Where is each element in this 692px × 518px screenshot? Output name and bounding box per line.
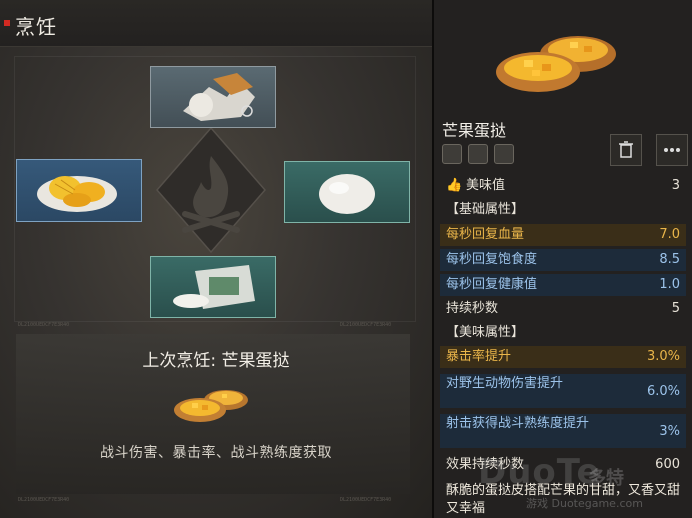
last-cook-title: 上次烹饪: 芒果蛋挞 bbox=[142, 351, 290, 371]
egg-icon bbox=[319, 174, 375, 214]
watermark-cn: 多特 bbox=[588, 468, 624, 489]
ingredient-slot-left[interactable] bbox=[16, 159, 142, 222]
attribute-value: 3 bbox=[671, 178, 680, 193]
attribute-name: 暴击率提升 bbox=[446, 349, 512, 364]
ingredient-slot-right[interactable] bbox=[284, 161, 410, 223]
cooking-panel: 烹饪 DL2100UEDCF7E3R40 DL2100UEDCF7E3R40 D… bbox=[0, 0, 432, 518]
code-label: DL2100UEDCF7E3R40 bbox=[340, 322, 392, 328]
flour-sugar-icon bbox=[183, 73, 255, 121]
fire-hub-icon bbox=[156, 126, 266, 254]
food-detail-panel: 芒果蛋挞 👍 美味值 3 【基础属性】 每秒回复血量 7.0 每秒回复饱食度 8.5 每秒回复健… bbox=[434, 0, 692, 518]
more-icon bbox=[664, 148, 680, 152]
ingredient-slot-bottom[interactable] bbox=[150, 256, 276, 318]
attribute-value: 600 bbox=[655, 457, 680, 472]
attribute-name: 美味值 bbox=[466, 178, 506, 193]
food-name: 芒果蛋挞 bbox=[442, 121, 507, 140]
last-cook-effects: 战斗伤害、暴击率、战斗熟练度获取 bbox=[100, 445, 332, 461]
cook-tag-icon bbox=[442, 144, 462, 164]
egg-tart-icon bbox=[174, 390, 248, 422]
watermark-url: 游戏 Duotegame.com bbox=[526, 497, 643, 510]
attribute-row: 【美味属性】 bbox=[440, 322, 686, 344]
attribute-value: 6.0% bbox=[646, 384, 680, 399]
attribute-value: 5 bbox=[671, 301, 680, 316]
attribute-name: 每秒回复健康值 bbox=[446, 277, 538, 292]
attribute-value: 8.5 bbox=[659, 252, 680, 267]
attribute-row: 每秒回复血量 7.0 bbox=[440, 224, 686, 246]
code-label: DL2100UEDCF7E3R40 bbox=[18, 322, 70, 328]
attribute-value: 3% bbox=[659, 424, 680, 439]
house-tag-icon bbox=[494, 144, 514, 164]
title-marker bbox=[4, 20, 10, 26]
delete-button[interactable] bbox=[610, 134, 642, 166]
attribute-row: 每秒回复饱食度 8.5 bbox=[440, 249, 686, 271]
ingredient-slot-top[interactable] bbox=[150, 66, 276, 128]
attribute-row: 👍 美味值 3 bbox=[440, 175, 686, 197]
attribute-row: 持续秒数 5 bbox=[440, 298, 686, 320]
attribute-row: 【基础属性】 bbox=[440, 199, 686, 221]
mango-plate-icon bbox=[37, 176, 117, 212]
attribute-row: 暴击率提升 3.0% bbox=[440, 346, 686, 368]
thumb-icon: 👍 bbox=[446, 178, 463, 193]
flour-bag-icon bbox=[173, 265, 255, 309]
attribute-name: 射击获得战斗熟练度提升 bbox=[446, 416, 590, 431]
trash-icon bbox=[619, 141, 633, 158]
no-tag-icon bbox=[468, 144, 488, 164]
attribute-row: 对野生动物伤害提升 6.0% bbox=[440, 374, 686, 408]
attribute-name: 持续秒数 bbox=[446, 301, 499, 316]
attribute-value: 7.0 bbox=[659, 227, 680, 242]
cooking-title-bar: 烹饪 bbox=[0, 0, 432, 47]
watermark-logo: DuoTe bbox=[478, 452, 601, 492]
attribute-row: 射击获得战斗熟练度提升 3% bbox=[440, 414, 686, 448]
attribute-value: 3.0% bbox=[646, 349, 680, 364]
code-label: DL2100UEDCF7E3R40 bbox=[18, 497, 70, 503]
more-button[interactable] bbox=[656, 134, 688, 166]
attribute-value: 1.0 bbox=[659, 277, 680, 292]
cooking-title: 烹饪 bbox=[15, 15, 57, 39]
attribute-name: 每秒回复饱食度 bbox=[446, 252, 538, 267]
attribute-name: 每秒回复血量 bbox=[446, 227, 525, 242]
attribute-name: 对野生动物伤害提升 bbox=[446, 376, 564, 391]
code-label: DL2100UEDCF7E3R40 bbox=[340, 497, 392, 503]
food-image-icon bbox=[496, 36, 616, 92]
attribute-name: 【基础属性】 bbox=[446, 202, 525, 217]
attribute-row: 每秒回复健康值 1.0 bbox=[440, 274, 686, 296]
attribute-name: 【美味属性】 bbox=[446, 325, 525, 340]
